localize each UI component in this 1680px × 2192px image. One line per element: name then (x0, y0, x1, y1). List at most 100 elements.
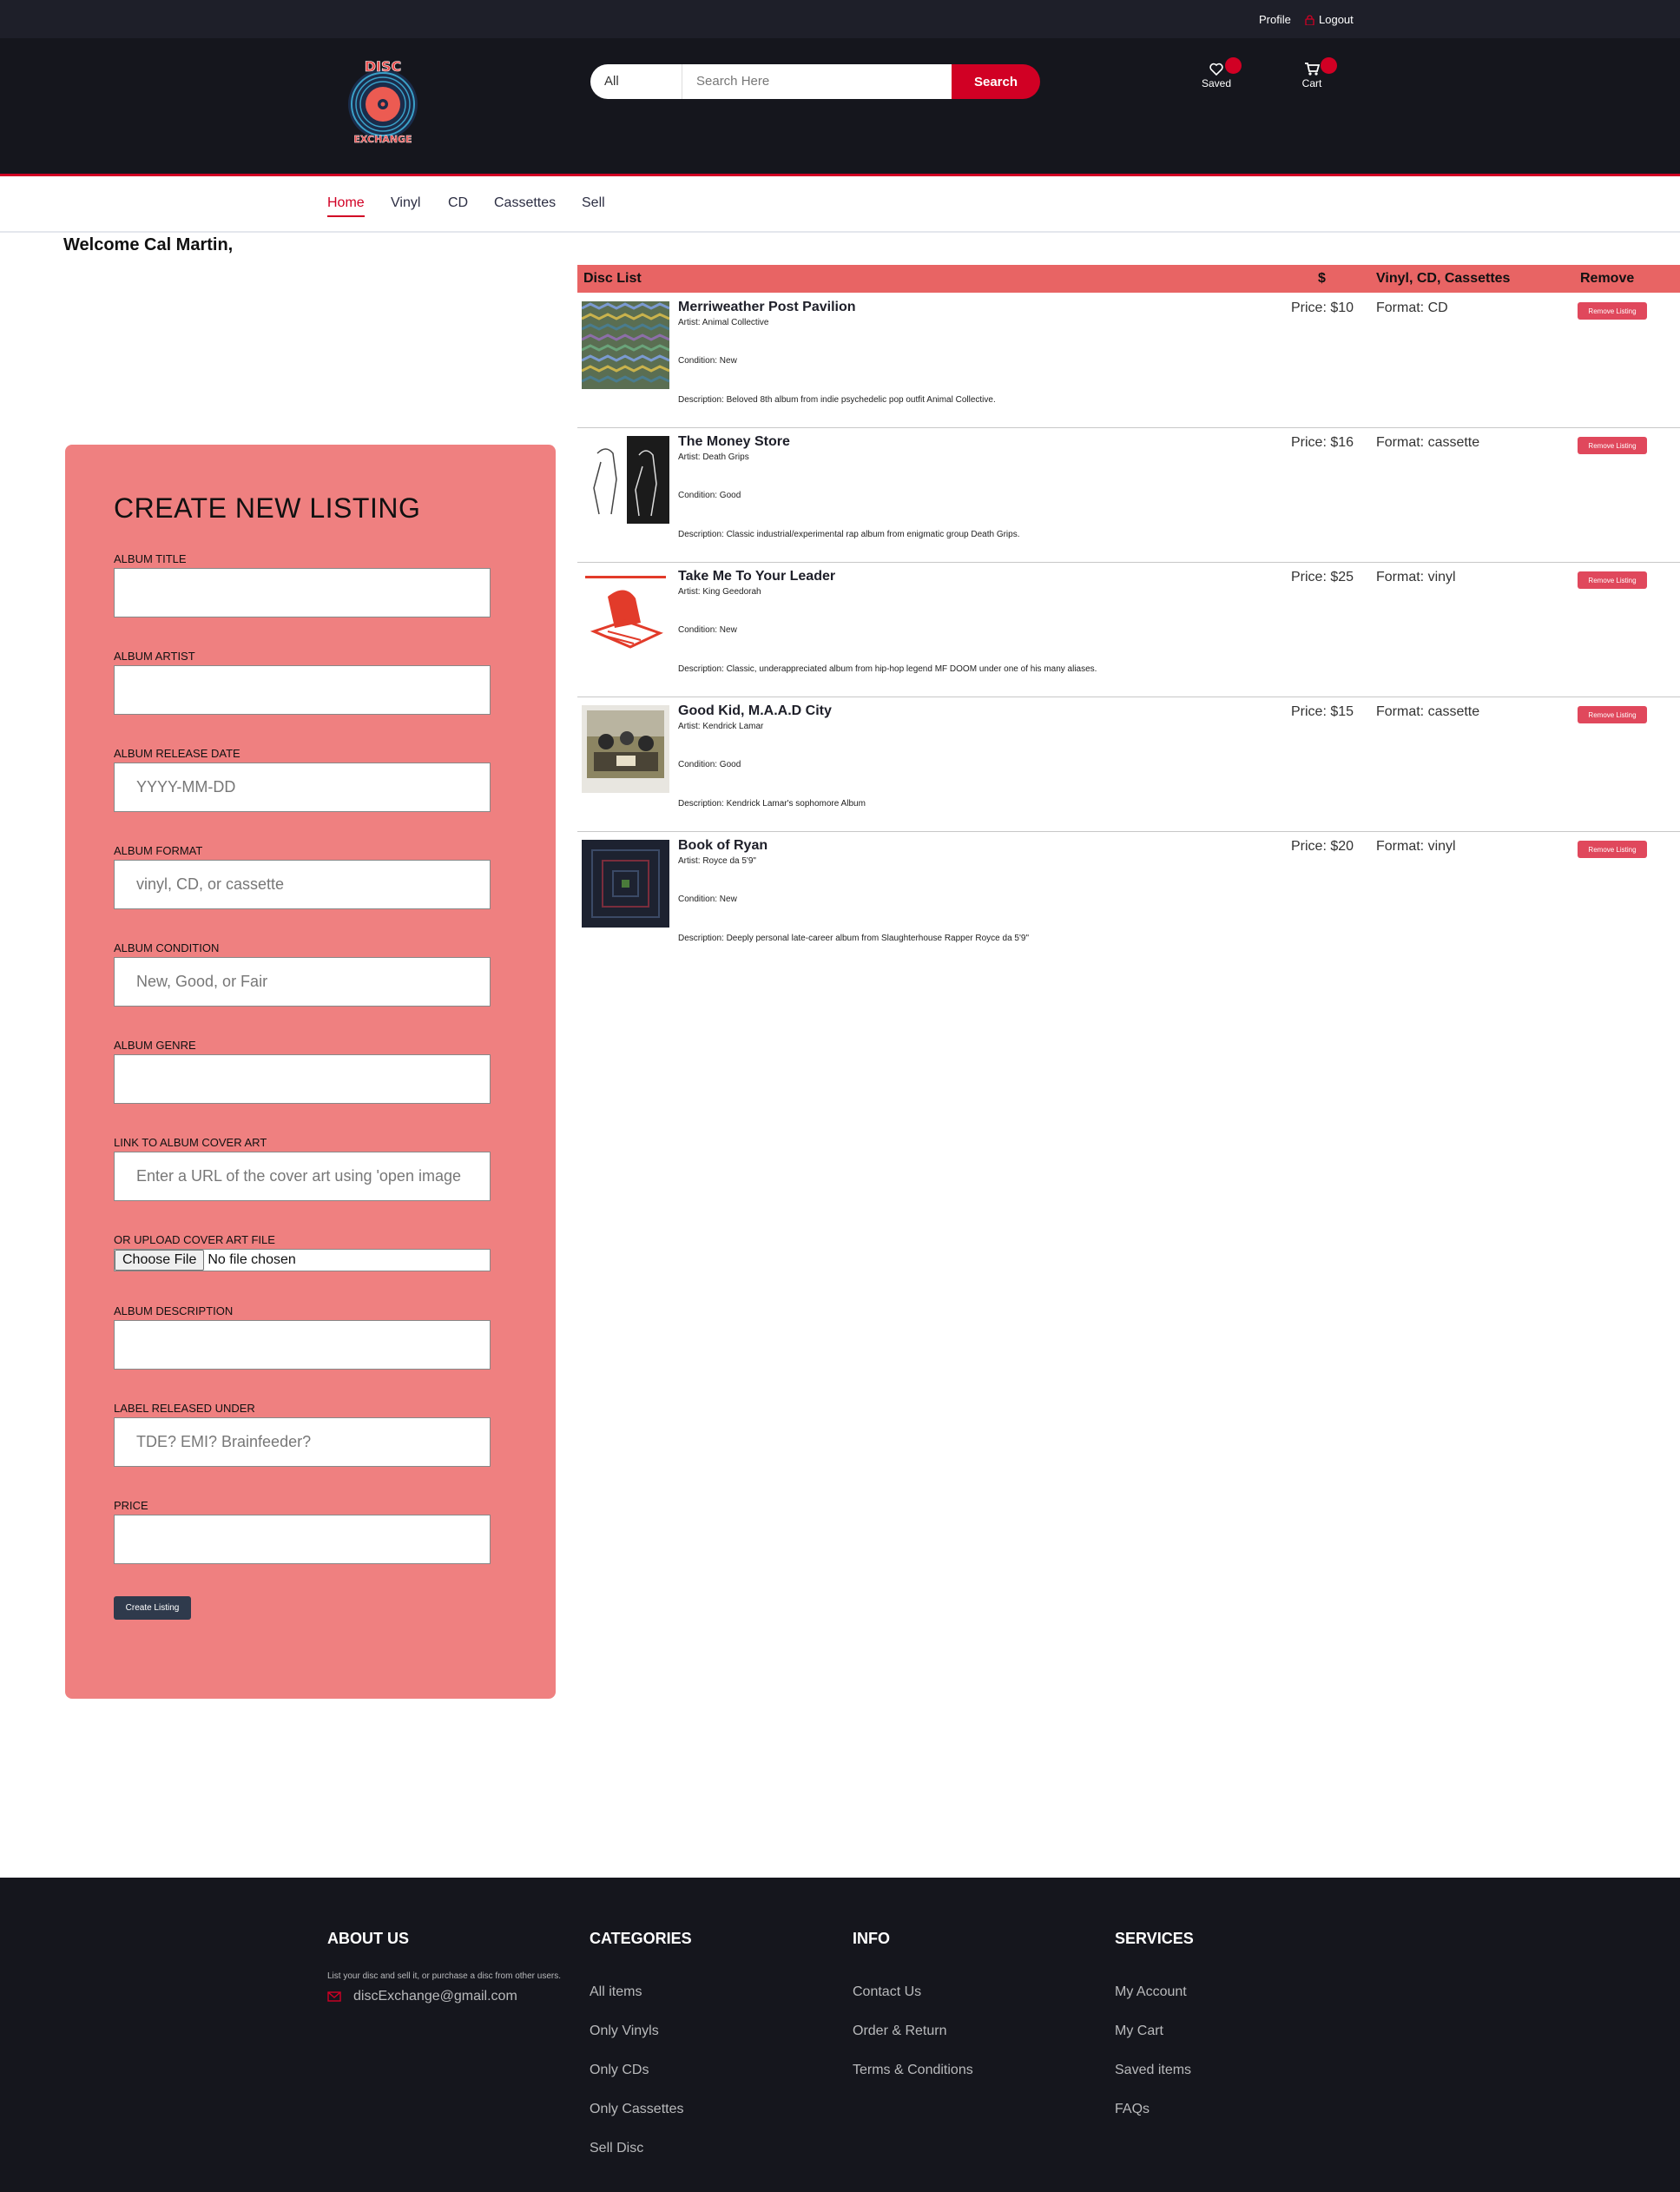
search-input[interactable]: Search Here (682, 64, 952, 99)
svg-text:EXCHANGE: EXCHANGE (353, 134, 412, 145)
cover-art-url-label: LINK TO ALBUM COVER ART (114, 1136, 267, 1149)
cart-link[interactable]: Cart (1286, 57, 1338, 89)
remove-listing-button[interactable]: Remove Listing (1578, 841, 1647, 858)
label-released-under-input[interactable]: TDE? EMI? Brainfeeder? (114, 1417, 491, 1467)
heart-icon (1209, 63, 1223, 76)
create-listing-button[interactable]: Create Listing (114, 1596, 191, 1620)
top-bar: Profile Logout (0, 0, 1680, 38)
album-title-input[interactable] (114, 568, 491, 617)
remove-listing-button[interactable]: Remove Listing (1578, 437, 1647, 454)
footer-link-order-return[interactable]: Order & Return (853, 2024, 973, 2039)
disc-format: Format: CD (1376, 300, 1448, 315)
disc-row: Take Me To Your Leader Artist: King Geed… (577, 562, 1680, 697)
footer-link-terms[interactable]: Terms & Conditions (853, 2063, 973, 2078)
album-condition-label: ALBUM CONDITION (114, 941, 220, 954)
footer-link-only-vinyls[interactable]: Only Vinyls (590, 2024, 692, 2039)
disc-description: Description: Kendrick Lamar's sophomore … (678, 799, 866, 809)
footer-link-my-cart[interactable]: My Cart (1115, 2024, 1194, 2039)
album-genre-input[interactable] (114, 1054, 491, 1104)
price-label: PRICE (114, 1499, 148, 1512)
logout-link[interactable]: Logout (1305, 13, 1354, 26)
disc-exchange-logo[interactable]: DISC EXCHANGE (346, 56, 420, 146)
footer-link-sell-disc[interactable]: Sell Disc (590, 2141, 692, 2156)
label-released-under-label: LABEL RELEASED UNDER (114, 1402, 255, 1415)
footer-info-title: INFO (853, 1930, 890, 1947)
release-date-input[interactable]: YYYY-MM-DD (114, 763, 491, 812)
album-condition-input[interactable]: New, Good, or Fair (114, 957, 491, 1007)
remove-column: Remove (1580, 271, 1635, 286)
disc-title[interactable]: Merriweather Post Pavilion (678, 300, 856, 315)
create-listing-form: CREATE NEW LISTING ALBUM TITLE ALBUM ART… (65, 445, 556, 1699)
footer-link-all-items[interactable]: All items (590, 1984, 692, 2000)
price-input[interactable] (114, 1515, 491, 1564)
disc-row: Book of Ryan Artist: Royce da 5'9" Condi… (577, 831, 1680, 967)
disc-description: Description: Deeply personal late-career… (678, 934, 1030, 943)
saved-label: Saved (1201, 77, 1232, 89)
disc-description: Description: Classic industrial/experime… (678, 530, 1020, 539)
disc-format: Format: vinyl (1376, 570, 1456, 584)
welcome-message: Welcome Cal Martin, (63, 235, 234, 254)
cover-file-input[interactable]: Choose File No file chosen (114, 1249, 491, 1271)
disc-condition: Condition: New (678, 895, 737, 904)
album-format-input[interactable]: vinyl, CD, or cassette (114, 860, 491, 909)
nav-home[interactable]: Home (327, 195, 365, 217)
footer-link-only-cds[interactable]: Only CDs (590, 2063, 692, 2078)
disc-description: Description: Classic, underappreciated a… (678, 664, 1097, 674)
disc-price: Price: $16 (1291, 435, 1354, 450)
lock-icon (1305, 14, 1314, 25)
choose-file-button[interactable]: Choose File (115, 1250, 205, 1271)
album-title-label: ALBUM TITLE (114, 552, 187, 565)
disc-row: Good Kid, M.A.A.D City Artist: Kendrick … (577, 697, 1680, 832)
disc-price: Price: $15 (1291, 704, 1354, 719)
svg-text:DISC: DISC (365, 58, 402, 75)
nav-sell[interactable]: Sell (582, 195, 605, 211)
disc-title[interactable]: Take Me To Your Leader (678, 569, 835, 584)
cart-icon (1305, 63, 1320, 76)
disc-condition: Condition: New (678, 625, 737, 635)
disc-title[interactable]: The Money Store (678, 434, 790, 450)
disc-title[interactable]: Good Kid, M.A.A.D City (678, 703, 832, 719)
disc-row: The Money Store Artist: Death Grips Cond… (577, 427, 1680, 563)
price-column: $ (1318, 271, 1326, 286)
footer-link-contact[interactable]: Contact Us (853, 1984, 973, 2000)
footer-link-saved-items[interactable]: Saved items (1115, 2063, 1194, 2078)
footer-about: ABOUT US List your disc and sell it, or … (327, 1930, 562, 2004)
album-genre-label: ALBUM GENRE (114, 1039, 196, 1052)
remove-listing-button[interactable]: Remove Listing (1578, 302, 1647, 320)
footer-link-only-cassettes[interactable]: Only Cassettes (590, 2102, 692, 2117)
footer-email[interactable]: discExchange@gmail.com (327, 1989, 562, 2004)
disc-condition: Condition: New (678, 356, 737, 366)
album-description-label: ALBUM DESCRIPTION (114, 1304, 234, 1317)
nav-cassettes[interactable]: Cassettes (494, 195, 556, 211)
footer-services-title: SERVICES (1115, 1930, 1194, 1947)
disc-description: Description: Beloved 8th album from indi… (678, 395, 996, 405)
dark-book-cover-icon (582, 840, 669, 928)
cover-art-url-input[interactable]: Enter a URL of the cover art using 'open… (114, 1152, 491, 1201)
saved-link[interactable]: Saved (1190, 57, 1242, 89)
profile-link[interactable]: Profile (1259, 13, 1291, 26)
disc-list-column: Disc List (583, 271, 642, 286)
album-description-input[interactable] (114, 1320, 491, 1370)
sketch-cover-icon (582, 436, 669, 524)
cart-label: Cart (1301, 77, 1322, 89)
footer-link-my-account[interactable]: My Account (1115, 1984, 1194, 2000)
red-monster-cover-icon (582, 571, 669, 658)
nav-vinyl[interactable]: Vinyl (391, 195, 420, 211)
disc-artist: Artist: Death Grips (678, 452, 749, 462)
search-category-select[interactable]: All (590, 64, 682, 99)
disc-price: Price: $10 (1291, 300, 1354, 315)
cart-count-badge (1321, 57, 1337, 74)
nav-cd[interactable]: CD (448, 195, 468, 211)
album-format-label: ALBUM FORMAT (114, 844, 203, 857)
remove-listing-button[interactable]: Remove Listing (1578, 706, 1647, 723)
search-button[interactable]: Search (952, 64, 1040, 99)
remove-listing-button[interactable]: Remove Listing (1578, 571, 1647, 589)
footer-link-faqs[interactable]: FAQs (1115, 2102, 1194, 2117)
footer-about-text: List your disc and sell it, or purchase … (327, 1971, 562, 1981)
disc-title[interactable]: Book of Ryan (678, 838, 768, 854)
release-date-label: ALBUM RELEASE DATE (114, 747, 240, 760)
disc-price: Price: $20 (1291, 839, 1354, 854)
album-artist-input[interactable] (114, 665, 491, 715)
footer-info: INFO Contact Us Order & Return Terms & C… (853, 1930, 973, 2102)
album-artist-label: ALBUM ARTIST (114, 650, 195, 663)
